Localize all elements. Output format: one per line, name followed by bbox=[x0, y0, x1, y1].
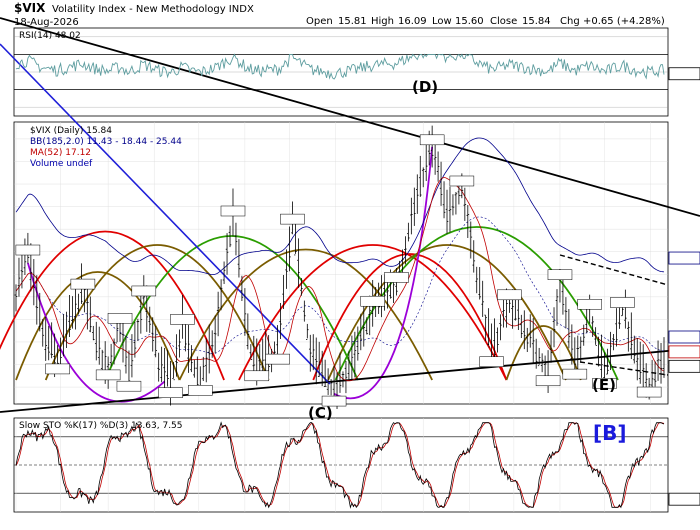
price-annotation-box bbox=[384, 272, 409, 283]
open-value: 15.81 bbox=[338, 16, 367, 27]
price-annotation-box bbox=[535, 375, 561, 387]
symbol: $VIX bbox=[14, 1, 46, 15]
price-annotation-box bbox=[170, 314, 195, 325]
vix-chart: $VIX Volatility Index - New Methodology … bbox=[0, 1, 700, 513]
price-legend-0: $VIX (Daily) 15.84 bbox=[30, 126, 112, 136]
sto-value-box bbox=[668, 492, 700, 506]
wave-label-b: [B] bbox=[593, 421, 627, 445]
price-annotation-box bbox=[547, 269, 573, 280]
chart-date: 18-Aug-2026 bbox=[14, 17, 79, 28]
price-legend-2: MA(52) 17.12 bbox=[30, 148, 91, 158]
price-annotation-box bbox=[244, 370, 270, 382]
price-annotation-box bbox=[188, 385, 213, 396]
price-annotation-box bbox=[107, 313, 133, 324]
open-label: Open bbox=[306, 16, 333, 27]
price-annotation-box bbox=[280, 213, 305, 225]
price-annotation-box bbox=[15, 244, 41, 256]
price-annotation-box bbox=[577, 299, 602, 310]
close-label: Close bbox=[490, 16, 517, 27]
wave-label-c: (C) bbox=[308, 404, 333, 422]
rsi-legend: RSI(14) 48.02 bbox=[19, 31, 81, 41]
low-label: Low bbox=[432, 16, 452, 27]
chart-title: Volatility Index - New Methodology INDX bbox=[52, 4, 254, 15]
price-annotation-box bbox=[220, 205, 246, 217]
price-annotation-box bbox=[265, 353, 290, 365]
price-annotation-box bbox=[636, 386, 662, 398]
price-annotation-box bbox=[562, 368, 588, 380]
price-annotation-box bbox=[116, 380, 142, 392]
price-annotation-box bbox=[610, 297, 635, 308]
chg-label: Chg bbox=[560, 16, 580, 27]
price-legend-3: Volume undef bbox=[30, 159, 93, 169]
close-value: 15.84 bbox=[522, 16, 551, 27]
price-annotation-box bbox=[95, 369, 121, 381]
value-tag-box bbox=[668, 251, 700, 265]
high-label: High bbox=[371, 16, 394, 27]
sto-legend: Slow STO %K(17) %D(3) 13.63, 7.55 bbox=[19, 421, 183, 431]
rsi-value-box bbox=[668, 67, 700, 81]
ohlc-readout: Open 15.81 High 16.09 Low 15.60 Close 15… bbox=[306, 16, 665, 27]
high-value: 16.09 bbox=[398, 16, 427, 27]
value-tag-box bbox=[668, 330, 700, 344]
price-annotation-box bbox=[497, 289, 522, 301]
chg-value: +0.65 (+4.28%) bbox=[583, 16, 665, 27]
price-annotation-box bbox=[45, 363, 70, 375]
price-annotation-box bbox=[158, 387, 183, 398]
price-annotation-box bbox=[131, 285, 157, 297]
price-annotation-box bbox=[360, 295, 385, 307]
price-annotation-box bbox=[479, 356, 504, 367]
value-tag-box bbox=[668, 345, 700, 359]
price-legend-1: BB(185,2.0) 11.43 - 18.44 - 25.44 bbox=[30, 137, 182, 147]
low-value: 15.60 bbox=[455, 16, 484, 27]
price-annotation-box bbox=[419, 134, 445, 146]
wave-label-e: (E) bbox=[592, 376, 616, 394]
value-tag-box bbox=[668, 359, 700, 373]
price-annotation-box bbox=[70, 278, 96, 290]
price-panel bbox=[13, 121, 669, 405]
wave-label-d: (D) bbox=[412, 78, 438, 96]
price-annotation-box bbox=[449, 175, 475, 187]
